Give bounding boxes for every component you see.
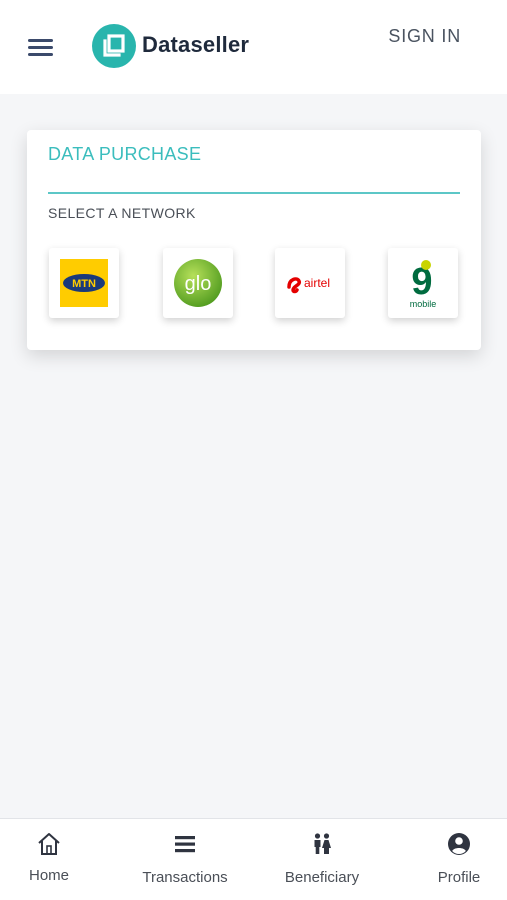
network-option-mtn[interactable]: MTN: [49, 248, 119, 318]
card-divider: [48, 192, 460, 194]
people-icon: [314, 833, 331, 854]
nav-label-profile: Profile: [437, 869, 481, 886]
select-network-label: SELECT A NETWORK: [48, 205, 196, 221]
network-option-airtel[interactable]: airtel: [275, 248, 345, 318]
network-option-9mobile[interactable]: 9 mobile: [388, 248, 458, 318]
brand-name: Dataseller: [142, 32, 250, 57]
top-app-bar: Dataseller SIGN IN: [0, 0, 507, 94]
nav-label-beneficiary: Beneficiary: [284, 869, 360, 886]
mtn-logo-icon: MTN: [60, 259, 108, 307]
network-option-glo[interactable]: glo: [163, 248, 233, 318]
9mobile-logo-subtext: mobile: [410, 299, 437, 309]
nav-item-beneficiary[interactable]: Beneficiary: [259, 819, 385, 900]
data-purchase-card: DATA PURCHASE SELECT A NETWORK MTN glo a…: [27, 130, 481, 350]
user-circle-icon: [448, 833, 470, 855]
home-icon: [38, 833, 60, 855]
bottom-navigation: Home Transactions Beneficiary Profile: [0, 818, 507, 900]
nav-label-home: Home: [28, 867, 69, 884]
nav-label-transactions: Transactions: [142, 869, 228, 886]
nav-item-transactions[interactable]: Transactions: [122, 819, 248, 900]
dataseller-logo-icon: [92, 24, 136, 68]
card-title: DATA PURCHASE: [48, 144, 202, 164]
mtn-logo-text: MTN: [72, 278, 96, 290]
airtel-logo-text: airtel: [304, 276, 330, 290]
nav-item-home[interactable]: Home: [0, 819, 112, 900]
9mobile-logo-icon: 9 mobile: [410, 260, 437, 309]
airtel-logo-icon: airtel: [287, 276, 330, 294]
nav-item-profile[interactable]: Profile: [396, 819, 507, 900]
list-icon: [175, 836, 195, 853]
glo-logo-text: glo: [185, 273, 212, 295]
sign-in-link[interactable]: SIGN IN: [388, 26, 461, 47]
app-screen: Dataseller SIGN IN DATA PURCHASE SELECT …: [0, 0, 507, 900]
hamburger-menu-icon[interactable]: [26, 36, 56, 60]
glo-logo-icon: glo: [174, 259, 222, 307]
